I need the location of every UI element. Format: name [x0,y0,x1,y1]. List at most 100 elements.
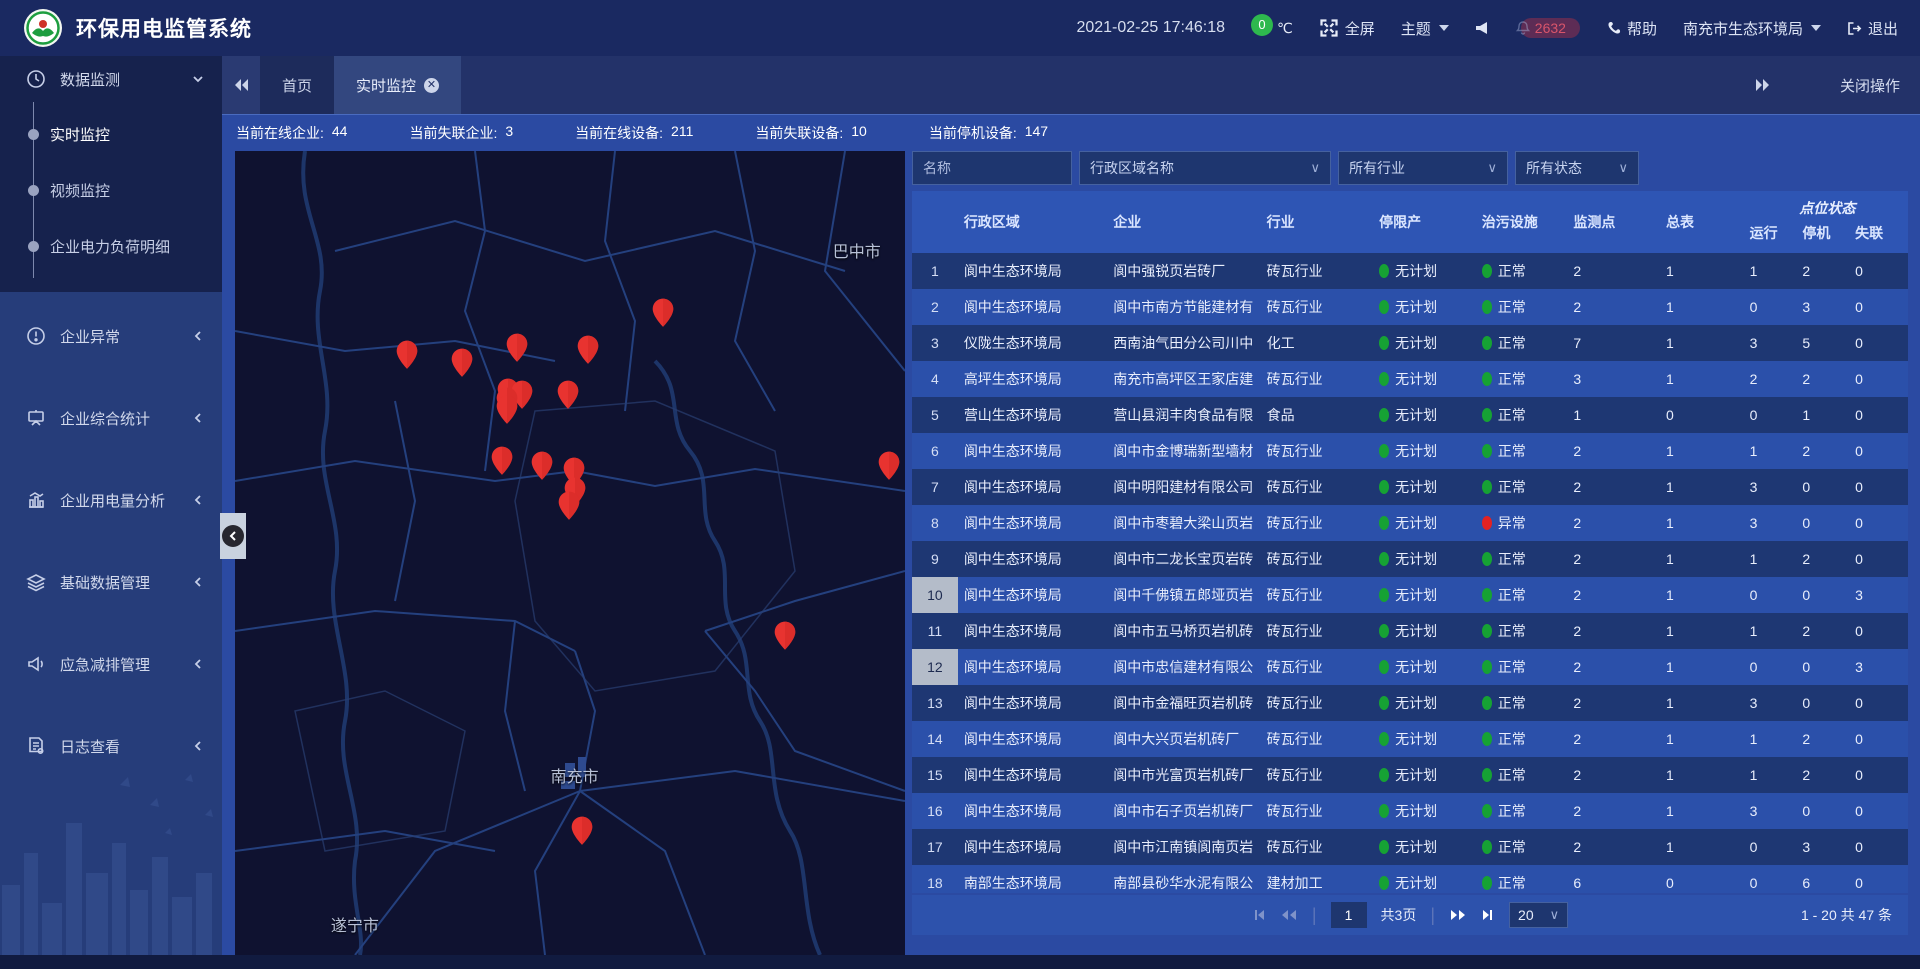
map-pin[interactable] [571,816,594,851]
table-row[interactable]: 13 阆中生态环境局 阆中市金福旺页岩机砖 砖瓦行业 无计划 正常 2 1 3 [912,685,1908,721]
cell-run-count: 3 [1744,505,1797,541]
map-pin[interactable] [556,379,579,414]
status-dot-green [1379,876,1389,890]
cell-enterprise: 阆中千佛镇五郎垭页岩 [1107,577,1260,613]
cell-industry: 食品 [1261,397,1374,433]
status-dot [1482,480,1492,494]
sidebar-item[interactable]: 企业电力负荷明细 [0,218,222,274]
top-header: 环保用电监管系统 2021-02-25 17:46:18 0 ℃ 全屏 主题 2… [0,0,1920,56]
map-pin[interactable] [451,347,474,382]
cell-meter-count: 1 [1660,361,1744,397]
sidebar-item[interactable]: 实时监控 [0,106,222,162]
table-row[interactable]: 10 阆中生态环境局 阆中千佛镇五郎垭页岩 砖瓦行业 无计划 正常 2 1 0 [912,577,1908,613]
tab-realtime-monitoring[interactable]: 实时监控 ✕ [334,56,461,114]
stat-value: 10 [851,123,867,143]
fullscreen-button[interactable]: 全屏 [1319,18,1375,39]
app-title: 环保用电监管系统 [76,13,252,43]
table-row[interactable]: 3 仪陇生态环境局 西南油气田分公司川中 化工 无计划 正常 7 1 3 [912,325,1908,361]
name-filter-input[interactable] [923,160,1061,176]
map-canvas[interactable]: 巴中市 南充市 遂宁市 [235,151,905,955]
region-filter-select[interactable]: 行政区域名称 ∨ [1079,151,1331,185]
status-dot [1482,804,1492,818]
table-row[interactable]: 1 阆中生态环境局 阆中强锐页岩砖厂 砖瓦行业 无计划 正常 2 1 1 [912,253,1908,289]
map-pin[interactable] [491,445,514,480]
page-size-select[interactable]: 20 ∨ [1509,902,1568,928]
map-pin[interactable] [530,451,553,486]
pagination-range-label: 1 - 20 共 47 条 [1801,905,1908,925]
help-button[interactable]: 帮助 [1606,18,1657,39]
sidebar-group-enterprise-stats[interactable]: 企业综合统计 [0,392,222,444]
table-row[interactable]: 9 阆中生态环境局 阆中市二龙长宝页岩砖 砖瓦行业 无计划 正常 2 1 1 [912,541,1908,577]
last-page-button[interactable] [1481,908,1495,922]
close-icon[interactable]: ✕ [424,78,439,93]
cell-stopped-count: 2 [1796,757,1849,793]
row-index: 5 [912,397,958,433]
status-dot-green [1379,408,1389,422]
status-filter-select[interactable]: 所有状态 ∨ [1515,151,1639,185]
table-row[interactable]: 14 阆中生态环境局 阆中大兴页岩机砖厂 砖瓦行业 无计划 正常 2 1 1 [912,721,1908,757]
prev-page-button[interactable] [1280,908,1298,922]
table-row[interactable]: 2 阆中生态环境局 阆中市南方节能建材有 砖瓦行业 无计划 正常 2 1 0 [912,289,1908,325]
first-page-button[interactable] [1252,908,1266,922]
table-row[interactable]: 18 南部生态环境局 南部县砂华水泥有限公 建材加工 无计划 正常 6 0 0 [912,865,1908,893]
theme-dropdown[interactable]: 主题 [1401,18,1449,39]
total-pages-label: 共3页 [1381,905,1417,925]
map-pin[interactable] [877,451,900,486]
bar-chart-icon [26,490,46,510]
map-pin[interactable] [652,297,675,332]
map-pin[interactable] [506,333,529,368]
tab-scroll-left-button[interactable] [222,56,260,114]
map-pin[interactable] [558,491,581,526]
industry-filter-select[interactable]: 所有行业 ∨ [1338,151,1508,185]
sound-button[interactable] [1475,21,1489,35]
sidebar-collapse-handle[interactable] [220,513,246,559]
cell-meter-count: 1 [1660,685,1744,721]
sidebar-group-data-monitoring[interactable]: 数据监测 [0,56,222,102]
close-operations-button[interactable]: 关闭操作 [1840,75,1900,96]
cell-stopped-count: 0 [1796,685,1849,721]
page-number-input[interactable]: 1 [1331,902,1367,928]
sidebar-group-power-analysis[interactable]: 企业用电量分析 [0,474,222,526]
table-row[interactable]: 12 阆中生态环境局 阆中市忠信建材有限公 砖瓦行业 无计划 正常 2 1 0 [912,649,1908,685]
cell-stop-status: 无计划 [1373,541,1476,577]
table-row[interactable]: 15 阆中生态环境局 阆中市光富页岩机砖厂 砖瓦行业 无计划 正常 2 1 1 [912,757,1908,793]
table-row[interactable]: 11 阆中生态环境局 阆中市五马桥页岩机砖 砖瓦行业 无计划 正常 2 1 1 [912,613,1908,649]
cell-meter-count: 1 [1660,649,1744,685]
cell-region: 阆中生态环境局 [958,613,1107,649]
table-row[interactable]: 8 阆中生态环境局 阆中市枣碧大梁山页岩 砖瓦行业 无计划 异常 2 1 3 [912,505,1908,541]
sidebar-group-emergency[interactable]: 应急减排管理 [0,638,222,690]
table-row[interactable]: 17 阆中生态环境局 阆中市江南镇阆南页岩 砖瓦行业 无计划 正常 2 1 0 [912,829,1908,865]
sidebar-group-base-data[interactable]: 基础数据管理 [0,556,222,608]
map-pin[interactable] [577,335,600,370]
cell-run-count: 3 [1744,793,1797,829]
bureau-dropdown[interactable]: 南充市生态环境局 [1683,18,1821,39]
double-chevron-right-icon[interactable] [1754,78,1770,92]
table-row[interactable]: 6 阆中生态环境局 阆中市金博瑞新型墙材 砖瓦行业 无计划 正常 2 1 1 [912,433,1908,469]
sidebar-item[interactable]: 视频监控 [0,162,222,218]
cell-monitor-count: 3 [1567,361,1660,397]
next-page-button[interactable] [1449,908,1467,922]
tab-home[interactable]: 首页 [260,56,334,114]
table-row[interactable]: 5 营山生态环境局 营山县润丰肉食品有限 食品 无计划 正常 1 0 0 [912,397,1908,433]
cell-industry: 砖瓦行业 [1261,757,1374,793]
table-row[interactable]: 4 高坪生态环境局 南充市高坪区王家店建 砖瓦行业 无计划 正常 3 1 2 [912,361,1908,397]
table-header: 行政区域 企业 行业 停限产 治污设施 监测点 总表 运行 停机 失联 点位状态 [912,191,1908,253]
cell-stopped-count: 0 [1796,649,1849,685]
table-row[interactable]: 16 阆中生态环境局 阆中市石子页岩机砖厂 砖瓦行业 无计划 正常 2 1 3 [912,793,1908,829]
status-dot-green [1379,732,1389,746]
map-pin[interactable] [396,340,419,375]
status-dot-green [1379,624,1389,638]
notifications[interactable]: 2632 [1515,18,1580,38]
status-dot-green [1379,264,1389,278]
sidebar-group-enterprise-abnormal[interactable]: 企业异常 [0,310,222,362]
cell-region: 阆中生态环境局 [958,649,1107,685]
logout-button[interactable]: 退出 [1847,18,1898,39]
map-pin[interactable] [774,621,797,656]
map-pin[interactable] [496,395,519,430]
table-row[interactable]: 7 阆中生态环境局 阆中明阳建材有限公司 砖瓦行业 无计划 正常 2 1 3 [912,469,1908,505]
cell-lost-count: 0 [1849,325,1908,361]
row-index: 9 [912,541,958,577]
cell-enterprise: 西南油气田分公司川中 [1107,325,1260,361]
row-index: 14 [912,721,958,757]
phone-icon [1606,21,1621,36]
